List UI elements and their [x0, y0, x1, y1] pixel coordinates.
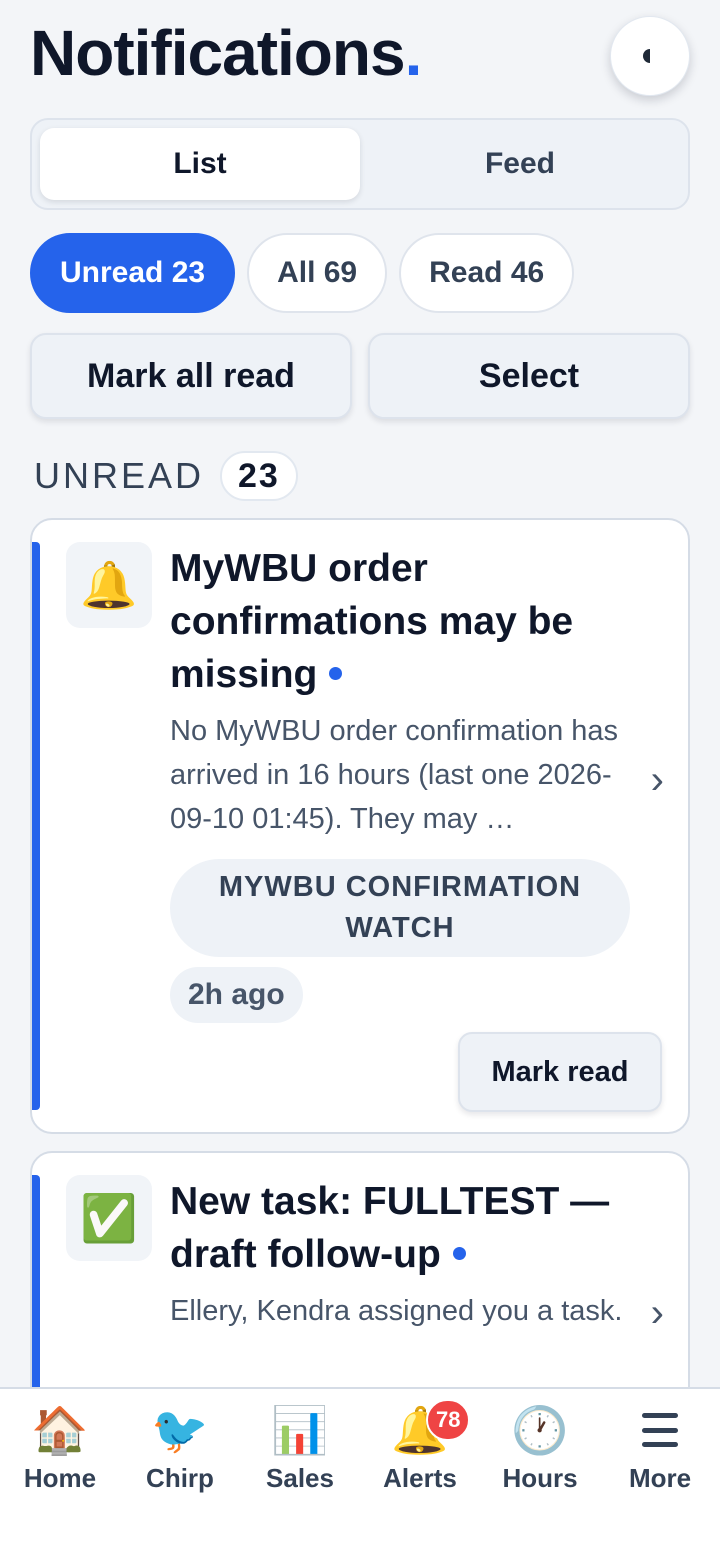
- home-icon: 🏠: [31, 1404, 89, 1456]
- nav-label: Chirp: [146, 1463, 214, 1493]
- notification-content: MyWBU order confirmations may be missing…: [170, 542, 630, 1023]
- nav-label: Sales: [266, 1463, 334, 1493]
- chevron-right-icon[interactable]: ›: [651, 758, 664, 803]
- unread-accent-bar: [32, 542, 40, 1110]
- tab-feed[interactable]: Feed: [360, 128, 680, 200]
- nav-alerts[interactable]: 🔔 78 Alerts: [360, 1389, 480, 1558]
- notification-content: New task: FULLTEST — draft follow-up Ell…: [170, 1175, 630, 1333]
- bar-chart-icon: 📊: [271, 1404, 329, 1456]
- bell-icon: 🔔: [66, 542, 152, 628]
- nav-label: Hours: [502, 1463, 578, 1493]
- nav-more[interactable]: More: [600, 1389, 720, 1558]
- section-label: UNREAD: [34, 455, 205, 496]
- notification-title: MyWBU order confirmations may be missing: [170, 547, 574, 696]
- filter-all[interactable]: All 69: [247, 233, 388, 313]
- title-dot: .: [404, 17, 423, 89]
- notification-title: New task: FULLTEST — draft follow-up: [170, 1180, 610, 1276]
- clock-icon: 🕐: [511, 1404, 569, 1456]
- tab-list[interactable]: List: [40, 128, 360, 200]
- menu-icon: [642, 1413, 678, 1447]
- nav-chirp[interactable]: 🐦 Chirp: [120, 1389, 240, 1558]
- nav-label: More: [628, 1463, 692, 1493]
- notification-body: No MyWBU order confirmation has arrived …: [170, 715, 619, 835]
- chevron-right-icon[interactable]: ›: [651, 1291, 664, 1336]
- page-title: Notifications.: [30, 17, 423, 89]
- filter-chips: Unread 23 All 69 Read 46: [30, 233, 575, 313]
- nav-label: Home: [23, 1463, 97, 1493]
- unread-dot-icon: [329, 667, 343, 681]
- unread-dot-icon: [452, 1247, 466, 1261]
- bird-icon: 🐦: [151, 1404, 209, 1456]
- mark-read-button[interactable]: Mark read: [458, 1032, 662, 1112]
- alerts-count-badge: 78: [426, 1399, 471, 1441]
- notification-body: Ellery, Kendra assigned you a task.: [170, 1295, 623, 1327]
- filter-unread[interactable]: Unread 23: [30, 233, 236, 313]
- nav-hours[interactable]: 🕐 Hours: [480, 1389, 600, 1558]
- section-count: 23: [220, 451, 298, 501]
- bottom-nav: 🏠 Home 🐦 Chirp 📊 Sales 🔔 78 Alerts 🕐 Hou…: [0, 1387, 720, 1558]
- theme-toggle-button[interactable]: [610, 16, 690, 96]
- notification-time: 2h ago: [170, 967, 303, 1023]
- filter-read[interactable]: Read 46: [399, 233, 575, 313]
- select-button[interactable]: Select: [368, 333, 690, 419]
- half-moon-icon: [643, 49, 657, 63]
- check-mark-icon: ✅: [66, 1175, 152, 1261]
- notification-source-tag: MYWBU CONFIRMATION WATCH: [170, 859, 630, 957]
- section-header: UNREAD 23: [34, 451, 298, 501]
- notification-card[interactable]: 🔔 MyWBU order confirmations may be missi…: [30, 518, 690, 1134]
- notifications-page: Notifications. List Feed Unread 23 All 6…: [0, 0, 720, 1558]
- view-toggle: List Feed: [30, 118, 690, 210]
- nav-label: Alerts: [383, 1463, 457, 1493]
- bulk-actions: Mark all read Select: [30, 333, 690, 419]
- mark-all-read-button[interactable]: Mark all read: [30, 333, 352, 419]
- nav-sales[interactable]: 📊 Sales: [240, 1389, 360, 1558]
- nav-home[interactable]: 🏠 Home: [0, 1389, 120, 1558]
